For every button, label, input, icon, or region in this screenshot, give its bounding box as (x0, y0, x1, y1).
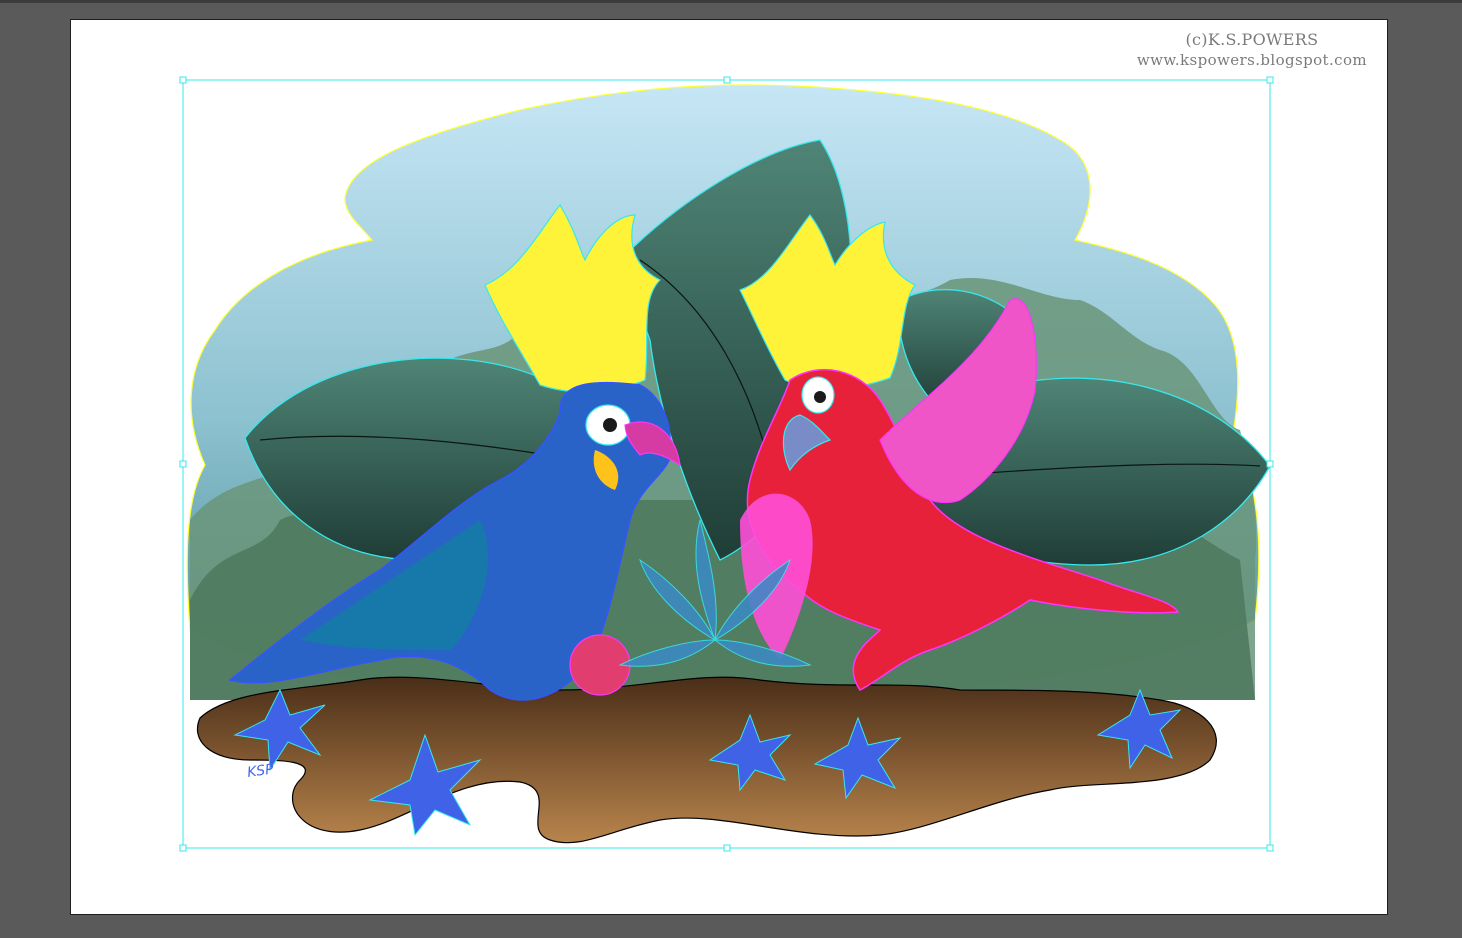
bounding-box-handle[interactable] (1266, 844, 1274, 852)
illustration-canvas[interactable]: KSP (0, 0, 1462, 938)
bounding-box-handle[interactable] (723, 844, 731, 852)
bounding-box-handle[interactable] (179, 844, 187, 852)
ground-patch[interactable] (196, 676, 1217, 844)
bounding-box-handle[interactable] (179, 76, 187, 84)
bounding-box-handle[interactable] (723, 76, 731, 84)
signature-mark: KSP (246, 761, 275, 781)
bounding-box-handle[interactable] (1266, 460, 1274, 468)
bounding-box-handle[interactable] (179, 460, 187, 468)
bounding-box-handle[interactable] (1266, 76, 1274, 84)
